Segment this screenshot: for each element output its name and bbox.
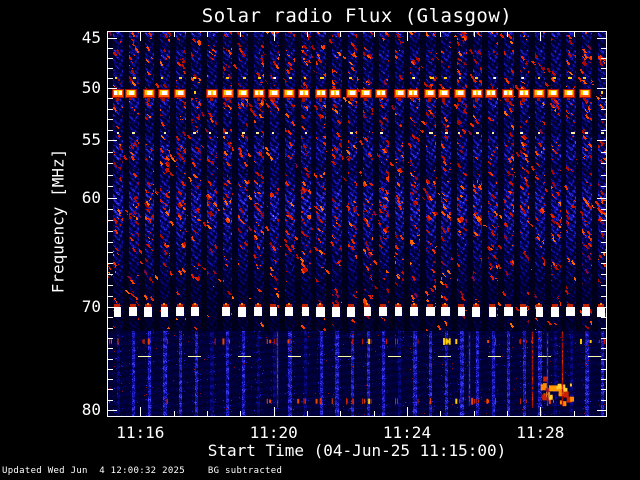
y-tick-label: 60 xyxy=(81,187,101,207)
chart-title: Solar radio Flux (Glasgow) xyxy=(201,5,513,27)
y-tick-label: 50 xyxy=(81,78,101,97)
y-tick-label: 70 xyxy=(81,296,101,316)
y-axis-title: Frequency [MHz] xyxy=(48,148,68,294)
x-tick-label: 11:20 xyxy=(249,423,298,442)
x-tick-label: 11:16 xyxy=(116,423,165,442)
status-line: Updated Wed Jun 4 12:00:32 2025 BG subtr… xyxy=(2,466,283,476)
y-tick-label: 45 xyxy=(81,27,101,47)
x-tick-label: 11:28 xyxy=(516,423,565,442)
y-tick-label: 80 xyxy=(81,400,101,419)
spectrogram-plot xyxy=(107,31,607,417)
x-tick-label: 11:24 xyxy=(382,423,432,442)
y-tick-label: 55 xyxy=(81,130,101,149)
spectrogram-window: Solar radio Flux (Glasgow) Frequency [MH… xyxy=(0,0,640,480)
x-axis-title: Start Time (04-Jun-25 11:15:00) xyxy=(207,441,507,460)
